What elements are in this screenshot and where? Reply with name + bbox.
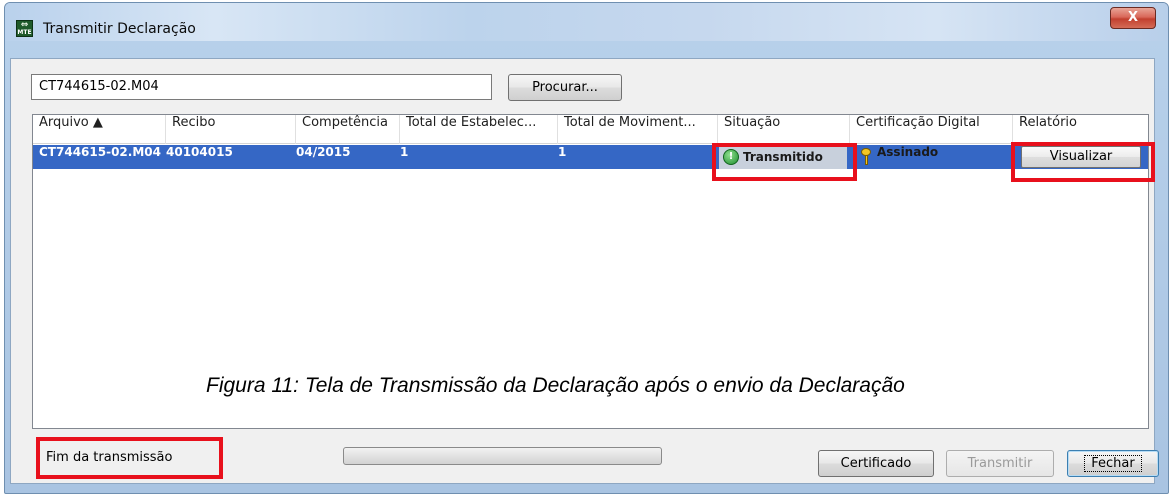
cell-certificacao-digital: Assinado (855, 145, 938, 169)
key-icon (861, 148, 871, 166)
fechar-label: Fechar (1084, 455, 1142, 472)
mte-app-icon: ⇔ MTE (16, 20, 33, 37)
visualizar-highlight-frame (1011, 142, 1155, 182)
table-row[interactable]: CT744615-02.M04 40104015 04/2015 1 1 ! T… (33, 145, 1148, 169)
certificacao-text: Assinado (877, 145, 939, 159)
column-header-relatorio[interactable]: Relatório (1013, 115, 1148, 144)
column-header-recibo[interactable]: Recibo (166, 115, 296, 144)
close-icon: X (1127, 10, 1139, 25)
exchange-arrows-icon: ⇔ (20, 20, 29, 30)
column-header-arquivo[interactable]: Arquivo ▲ (33, 115, 166, 144)
transmission-status-label: Fim da transmissão (46, 450, 173, 465)
column-header-situacao[interactable]: Situação (718, 115, 850, 144)
transmitir-button[interactable]: Transmitir (946, 450, 1054, 477)
column-header-certificacao-digital[interactable]: Certificação Digital (850, 115, 1013, 144)
column-header-total-movimentacoes[interactable]: Total de Moviment... (558, 115, 718, 144)
cell-recibo: 40104015 (166, 145, 233, 159)
figure-caption: Figura 11: Tela de Transmissão da Declar… (206, 374, 905, 397)
file-path-field[interactable]: CT744615-02.M04 (31, 74, 492, 100)
transmission-progress-bar (343, 447, 662, 465)
column-header-total-estabelecimentos[interactable]: Total de Estabelec... (400, 115, 558, 144)
certificado-button[interactable]: Certificado (818, 450, 934, 477)
window-title: Transmitir Declaração (43, 21, 196, 37)
cell-total-movimentacoes: 1 (558, 145, 567, 159)
table-header: Arquivo ▲ Recibo Competência Total de Es… (33, 115, 1148, 144)
situacao-highlight-frame (712, 143, 857, 181)
cell-total-estabelecimentos: 1 (400, 145, 409, 159)
browse-button[interactable]: Procurar... (508, 74, 622, 101)
cell-arquivo: CT744615-02.M04 (39, 145, 161, 159)
title-bar[interactable]: ⇔ MTE Transmitir Declaração X (5, 3, 1168, 41)
close-window-button[interactable]: X (1110, 7, 1156, 29)
dialog-content: CT744615-02.M04 Procurar... Arquivo ▲ Re… (10, 58, 1155, 484)
fechar-button[interactable]: Fechar (1067, 450, 1159, 477)
cell-competencia: 04/2015 (296, 145, 351, 159)
column-header-competencia[interactable]: Competência (296, 115, 400, 144)
